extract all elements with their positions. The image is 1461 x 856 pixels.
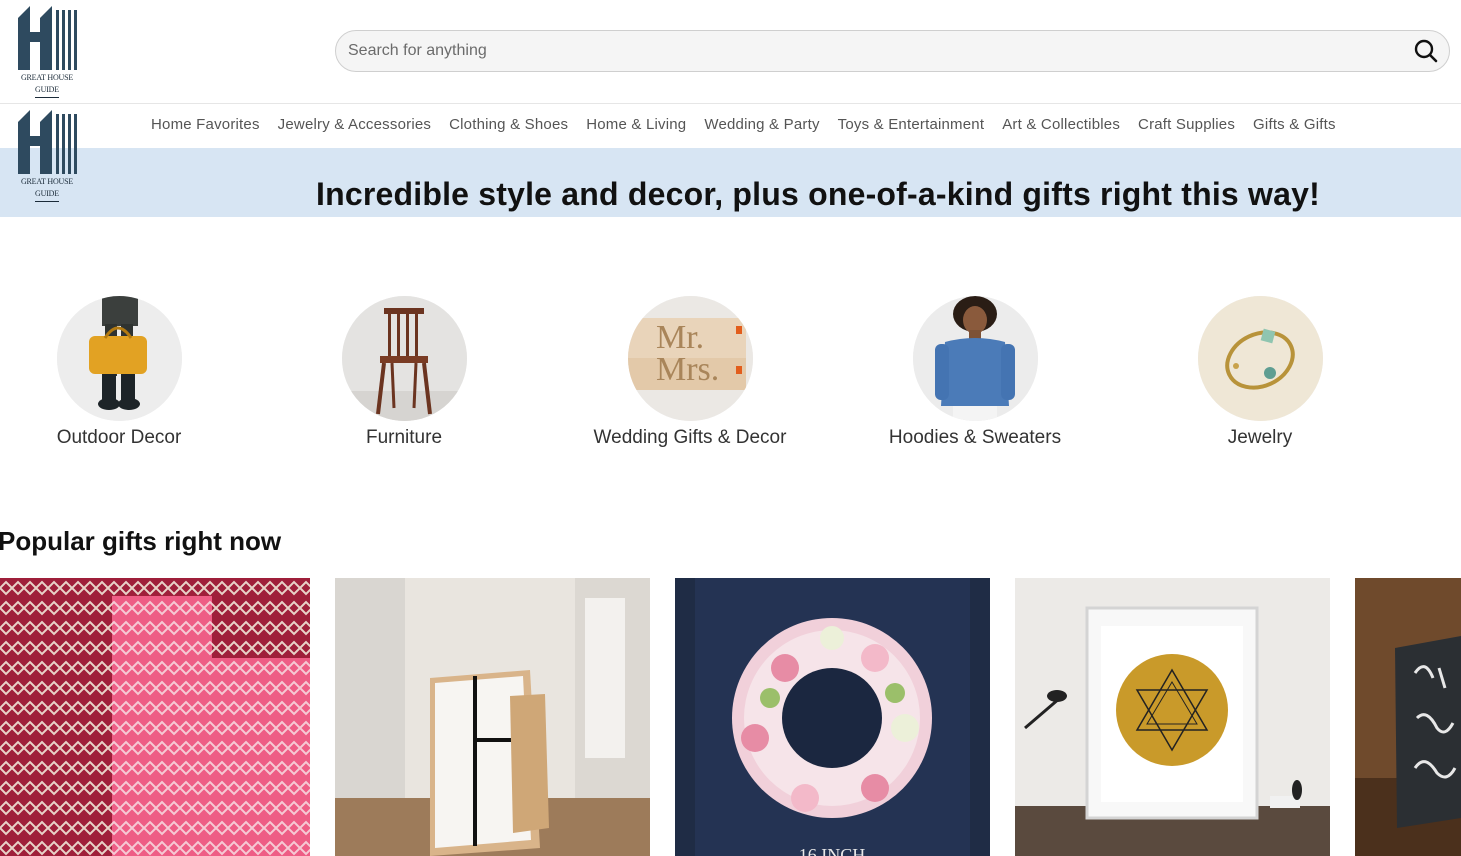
- nav-item-clothing-shoes[interactable]: Clothing & Shoes: [449, 116, 568, 133]
- nav-items: Home Favorites Jewelry & Accessories Clo…: [151, 116, 1336, 133]
- category-furniture[interactable]: Furniture: [284, 296, 524, 449]
- logo-text-line2: GUIDE: [35, 84, 59, 98]
- logo-mark-icon: [16, 108, 78, 176]
- logo-mark-icon: [16, 4, 78, 72]
- category-wedding-gifts-decor[interactable]: Mr. Mrs. Wedding Gifts & Decor: [570, 296, 810, 449]
- category-nav: Home Favorites Jewelry & Accessories Clo…: [0, 104, 1461, 148]
- category-label: Wedding Gifts & Decor: [593, 427, 787, 448]
- category-image: [912, 296, 1038, 421]
- category-image: [1197, 296, 1323, 421]
- banner-headline: Incredible style and decor, plus one-of-…: [316, 176, 1320, 212]
- search-bar: [335, 30, 1450, 72]
- category-label: Furniture: [365, 427, 443, 448]
- nav-item-wedding-party[interactable]: Wedding & Party: [704, 116, 819, 133]
- logo-text-line2: GUIDE: [35, 188, 59, 202]
- category-label: Jewelry: [1227, 427, 1293, 448]
- product-card-geometric-print[interactable]: [1015, 578, 1330, 856]
- search-input[interactable]: [348, 31, 1398, 71]
- category-image: [56, 296, 182, 421]
- product-image: [0, 578, 310, 856]
- nav-item-home-living[interactable]: Home & Living: [586, 116, 686, 133]
- product-card-art-canvas[interactable]: [335, 578, 650, 856]
- category-image: Mr. Mrs.: [627, 296, 753, 421]
- nav-item-jewelry-accessories[interactable]: Jewelry & Accessories: [278, 116, 431, 133]
- category-label: Outdoor Decor: [56, 427, 182, 448]
- category-label: Hoodies & Sweaters: [888, 427, 1062, 448]
- sign-mrs-text: Mrs.: [656, 351, 719, 388]
- product-image: [1355, 578, 1461, 856]
- logo-text-line1: GREAT HOUSE: [20, 177, 74, 186]
- nav-item-art-collectibles[interactable]: Art & Collectibles: [1002, 116, 1120, 133]
- search-icon[interactable]: [1413, 38, 1439, 64]
- category-jewelry[interactable]: Jewelry: [1140, 296, 1380, 449]
- nav-item-craft-supplies[interactable]: Craft Supplies: [1138, 116, 1235, 133]
- product-card-tulip-wreath[interactable]: 16 INCH: [675, 578, 990, 856]
- category-hoodies-sweaters[interactable]: Hoodies & Sweaters: [855, 296, 1095, 449]
- nav-item-gifts[interactable]: Gifts & Gifts: [1253, 116, 1336, 133]
- nav-item-home-favorites[interactable]: Home Favorites: [151, 116, 260, 133]
- popular-gifts-title: Popular gifts right now: [0, 526, 282, 556]
- category-outdoor-decor[interactable]: Outdoor Decor: [0, 296, 239, 449]
- category-image: [341, 296, 467, 421]
- product-image: 16 INCH: [675, 578, 990, 856]
- site-header: GREAT HOUSE GUIDE: [0, 0, 1461, 104]
- product-image: [335, 578, 650, 856]
- nav-item-toys-entertainment[interactable]: Toys & Entertainment: [838, 116, 985, 133]
- product-card-textile[interactable]: [0, 578, 310, 856]
- site-logo[interactable]: GREAT HOUSE GUIDE: [16, 4, 78, 98]
- product-image: [1015, 578, 1330, 856]
- promo-banner: Incredible style and decor, plus one-of-…: [0, 148, 1461, 217]
- wreath-size-caption: 16 INCH: [799, 845, 866, 856]
- site-logo-secondary[interactable]: GREAT HOUSE GUIDE: [16, 108, 78, 202]
- logo-text-line1: GREAT HOUSE: [20, 73, 74, 82]
- product-card-chalk-sign[interactable]: [1355, 578, 1461, 856]
